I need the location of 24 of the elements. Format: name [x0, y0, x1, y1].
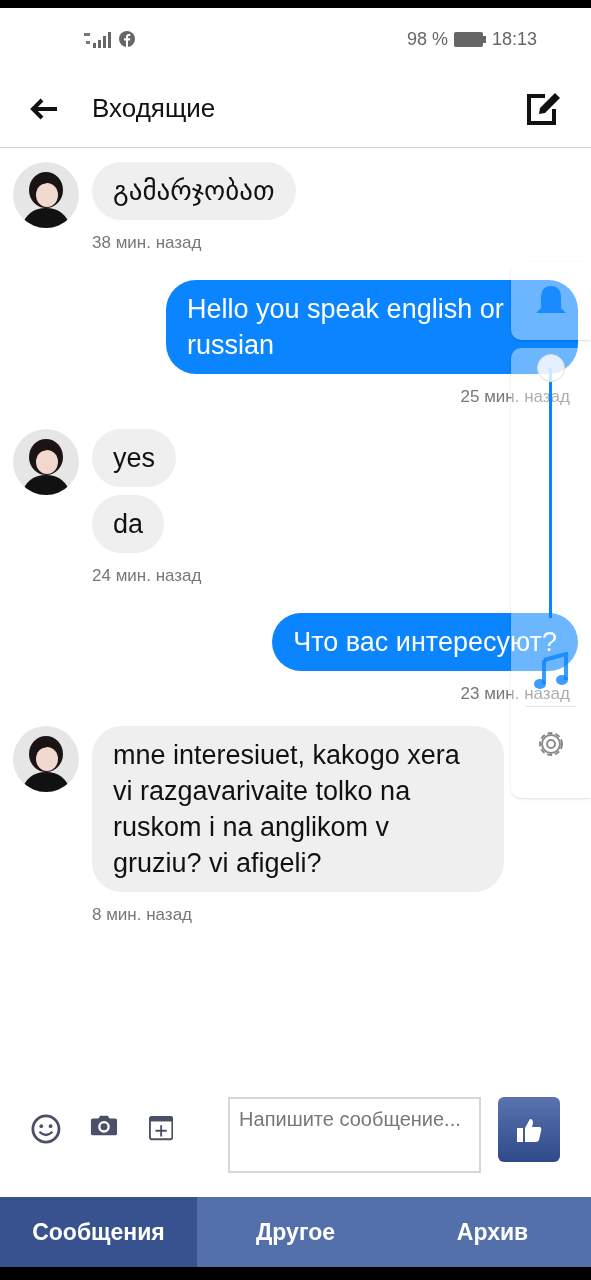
emoji-icon[interactable]	[31, 1113, 61, 1145]
battery-icon	[453, 31, 486, 47]
tab[interactable]: Сообщения	[0, 1197, 197, 1267]
like-button[interactable]	[498, 1097, 560, 1162]
compose-icon[interactable]	[525, 90, 561, 127]
page-title: Входящие	[92, 92, 216, 125]
message-input[interactable]: Напишите сообщение...	[228, 1097, 482, 1173]
message-bubble: Hello you speak english or russian	[166, 279, 578, 374]
message-time: 38 мин. назад	[92, 232, 202, 254]
thumbs-up-icon	[516, 1116, 543, 1143]
message-time: 8 мин. назад	[92, 904, 193, 926]
message-bubble: Что вас интересуют?	[272, 612, 578, 671]
message-time: 24 мин. назад	[92, 565, 202, 587]
message-bubble: yes	[92, 429, 177, 487]
message-bubble: da	[92, 495, 165, 553]
facebook-icon	[119, 31, 135, 47]
battery-percent: 98 %	[406, 27, 448, 51]
add-attachment-icon[interactable]	[148, 1115, 174, 1141]
message-bubble: mne interesiuet, kakogo xera vi razgavarivaite tolko na ruskom i na anglikom v gruziu? vi afigeli?	[92, 726, 504, 892]
back-arrow-icon[interactable]	[30, 97, 58, 120]
clock: 18:13	[491, 27, 537, 51]
camera-icon[interactable]	[89, 1113, 118, 1137]
message-bubble: გამარჯობათ	[92, 162, 296, 220]
message-time: 23 мин. назад	[460, 682, 570, 705]
